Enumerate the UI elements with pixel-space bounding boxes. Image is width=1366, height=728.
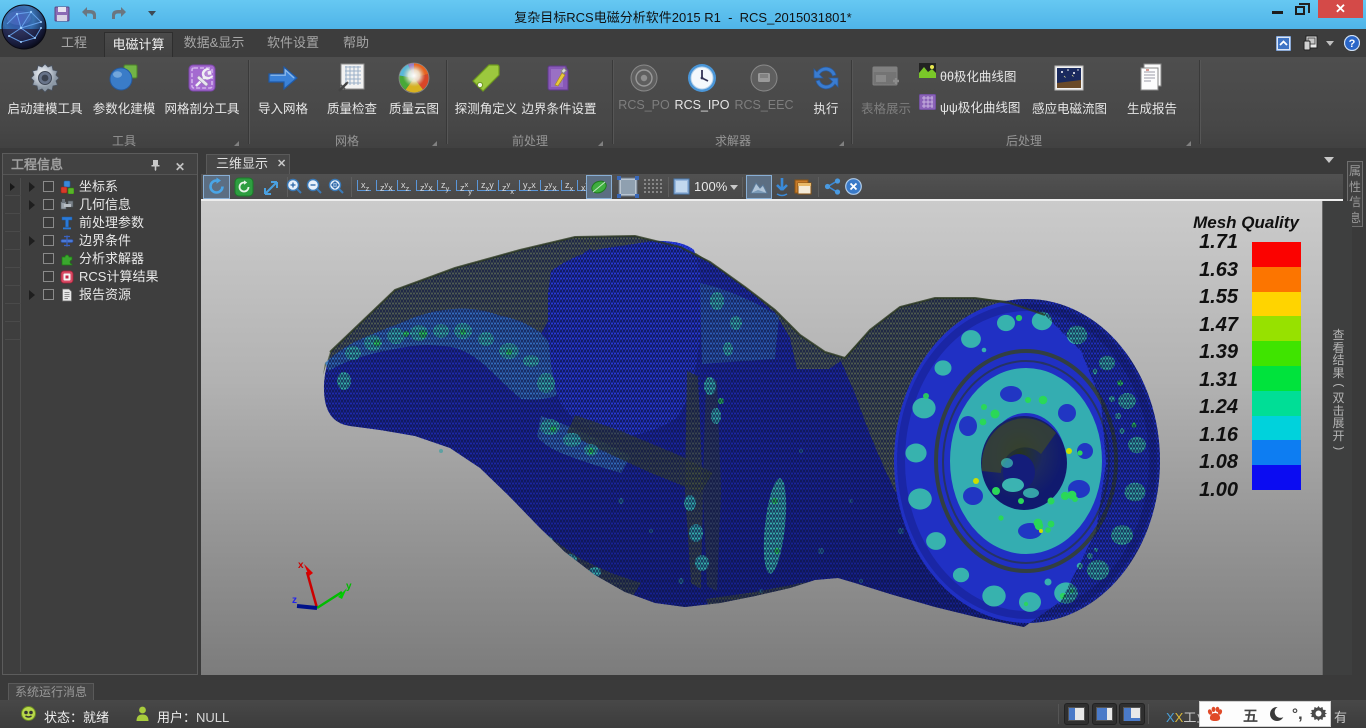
svg-text:y: y — [346, 581, 352, 592]
svg-text:z: z — [292, 595, 297, 606]
svg-text:?: ? — [1349, 38, 1356, 50]
svg-text:x: x — [298, 560, 304, 571]
